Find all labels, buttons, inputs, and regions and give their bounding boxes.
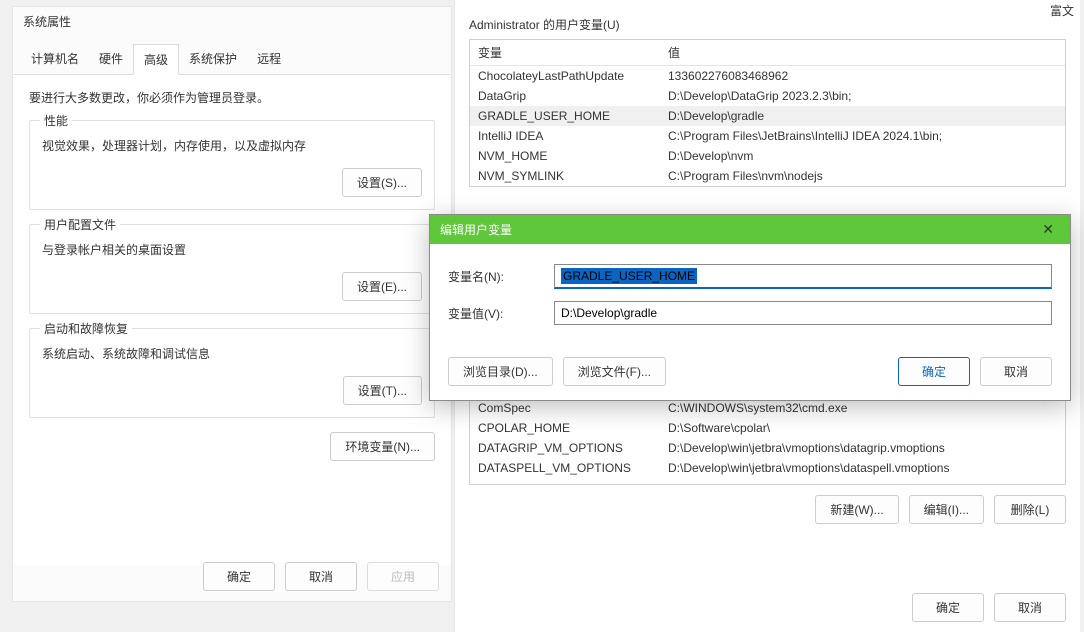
variable-name-label: 变量名(N):: [448, 268, 544, 285]
cell-value: D:\Software\cpolar\: [660, 418, 1065, 438]
dialog-buttons: 浏览目录(D)... 浏览文件(F)... 确定 取消: [430, 351, 1070, 400]
cell-value: 133602276083468962: [660, 66, 1065, 87]
cell-value: D:\Develop\win\jetbra\vmoptions\dataspel…: [660, 458, 1065, 478]
group-desc-performance: 视觉效果，处理器计划，内存使用，以及虚拟内存: [42, 137, 422, 154]
settings-button-user-profiles[interactable]: 设置(E)...: [342, 272, 422, 301]
column-header-variable[interactable]: 变量: [470, 40, 660, 66]
cell-variable: DATASPELL_VM_OPTIONS: [470, 458, 660, 478]
dialog-cancel-button[interactable]: 取消: [980, 357, 1052, 386]
edit-button[interactable]: 编辑(I)...: [909, 495, 984, 524]
cancel-button[interactable]: 取消: [285, 562, 357, 591]
cell-variable: ChocolateyLastPathUpdate: [470, 66, 660, 87]
table-row[interactable]: CPOLAR_HOMED:\Software\cpolar\: [470, 418, 1065, 438]
tabs-bar: 计算机名 硬件 高级 系统保护 远程: [13, 44, 451, 75]
system-variables-buttons: 新建(W)... 编辑(I)... 删除(L): [455, 485, 1080, 524]
group-user-profiles: 用户配置文件 与登录帐户相关的桌面设置 设置(E)...: [29, 224, 435, 314]
variable-value-field[interactable]: [554, 301, 1052, 325]
table-row[interactable]: DATASPELL_VM_OPTIONSD:\Develop\win\jetbr…: [470, 458, 1065, 478]
tab-advanced[interactable]: 高级: [133, 44, 179, 75]
tab-hardware[interactable]: 硬件: [89, 44, 133, 74]
tab-remote[interactable]: 远程: [247, 44, 291, 74]
table-row[interactable]: GRADLE_USER_HOMED:\Develop\gradle: [470, 106, 1065, 126]
cell-variable: DataGrip: [470, 86, 660, 106]
group-title-user-profiles: 用户配置文件: [40, 216, 120, 233]
user-variables-table: 变量 值 ChocolateyLastPathUpdate13360227608…: [470, 40, 1065, 186]
edit-user-variable-dialog: 编辑用户变量 ✕ 变量名(N): GRADLE_USER_HOME 变量值(V)…: [429, 214, 1071, 401]
environment-variables-button[interactable]: 环境变量(N)...: [330, 432, 435, 461]
group-desc-startup-recovery: 系统启动、系统故障和调试信息: [42, 345, 422, 362]
env-ok-button[interactable]: 确定: [912, 593, 984, 622]
settings-button-startup-recovery[interactable]: 设置(T)...: [343, 376, 422, 405]
settings-button-performance[interactable]: 设置(S)...: [342, 168, 422, 197]
group-desc-user-profiles: 与登录帐户相关的桌面设置: [42, 241, 422, 258]
user-variables-section: Administrator 的用户变量(U) 变量 值 ChocolateyLa…: [455, 0, 1080, 187]
browse-directory-button[interactable]: 浏览目录(D)...: [448, 357, 553, 386]
cell-variable: DATAGRIP_VM_OPTIONS: [470, 438, 660, 458]
tab-computer-name[interactable]: 计算机名: [21, 44, 89, 74]
cell-variable: IntelliJ IDEA: [470, 126, 660, 146]
dialog-title-text: 编辑用户变量: [440, 221, 512, 238]
cell-value: D:\Develop\gradle: [660, 106, 1065, 126]
system-properties-window: 系统属性 计算机名 硬件 高级 系统保护 远程 要进行大多数更改，你必须作为管理…: [12, 6, 452, 602]
table-row[interactable]: ChocolateyLastPathUpdate1336022760834689…: [470, 66, 1065, 87]
cell-variable: CPOLAR_HOME: [470, 418, 660, 438]
ok-button[interactable]: 确定: [203, 562, 275, 591]
env-cancel-button[interactable]: 取消: [994, 593, 1066, 622]
apply-button[interactable]: 应用: [367, 562, 439, 591]
table-row[interactable]: DATAGRIP_VM_OPTIONSD:\Develop\win\jetbra…: [470, 438, 1065, 458]
close-icon[interactable]: ✕: [1036, 221, 1060, 238]
table-row[interactable]: NVM_SYMLINKC:\Program Files\nvm\nodejs: [470, 166, 1065, 186]
cell-value: D:\Develop\win\jetbra\vmoptions\datagrip…: [660, 438, 1065, 458]
variable-value-label: 变量值(V):: [448, 305, 544, 322]
variable-name-field[interactable]: GRADLE_USER_HOME: [554, 264, 1052, 289]
cell-value: C:\Program Files\nvm\nodejs: [660, 166, 1065, 186]
table-row[interactable]: ComSpecC:\WINDOWS\system32\cmd.exe: [470, 398, 1065, 418]
tab-system-protection[interactable]: 系统保护: [179, 44, 247, 74]
sysprops-footer: 确定 取消 应用: [203, 562, 439, 591]
admin-notice: 要进行大多数更改，你必须作为管理员登录。: [29, 89, 435, 106]
table-row[interactable]: NVM_HOMED:\Develop\nvm: [470, 146, 1065, 166]
table-row[interactable]: DataGripD:\Develop\DataGrip 2023.2.3\bin…: [470, 86, 1065, 106]
cell-variable: NVM_HOME: [470, 146, 660, 166]
tab-body-advanced: 要进行大多数更改，你必须作为管理员登录。 性能 视觉效果，处理器计划，内存使用，…: [13, 75, 451, 565]
env-footer: 确定 取消: [912, 593, 1066, 622]
user-variables-title: Administrator 的用户变量(U): [469, 16, 1066, 33]
user-variables-table-wrap[interactable]: 变量 值 ChocolateyLastPathUpdate13360227608…: [469, 39, 1066, 187]
dialog-titlebar[interactable]: 编辑用户变量 ✕: [430, 215, 1070, 244]
new-button[interactable]: 新建(W)...: [815, 495, 898, 524]
window-title: 系统属性: [13, 7, 451, 36]
cell-value: D:\Develop\DataGrip 2023.2.3\bin;: [660, 86, 1065, 106]
cell-variable: GRADLE_USER_HOME: [470, 106, 660, 126]
cell-value: C:\Program Files\JetBrains\IntelliJ IDEA…: [660, 126, 1065, 146]
browse-file-button[interactable]: 浏览文件(F)...: [563, 357, 666, 386]
table-row[interactable]: IntelliJ IDEAC:\Program Files\JetBrains\…: [470, 126, 1065, 146]
delete-button[interactable]: 删除(L): [994, 495, 1066, 524]
cell-variable: ComSpec: [470, 398, 660, 418]
header-fragment: 富文: [1050, 2, 1074, 19]
dialog-ok-button[interactable]: 确定: [898, 357, 970, 386]
group-title-startup-recovery: 启动和故障恢复: [40, 320, 132, 337]
group-performance: 性能 视觉效果，处理器计划，内存使用，以及虚拟内存 设置(S)...: [29, 120, 435, 210]
group-title-performance: 性能: [40, 112, 72, 129]
group-startup-recovery: 启动和故障恢复 系统启动、系统故障和调试信息 设置(T)...: [29, 328, 435, 418]
cell-variable: NVM_SYMLINK: [470, 166, 660, 186]
cell-value: C:\WINDOWS\system32\cmd.exe: [660, 398, 1065, 418]
variable-name-value: GRADLE_USER_HOME: [561, 268, 697, 284]
cell-value: D:\Develop\nvm: [660, 146, 1065, 166]
column-header-value[interactable]: 值: [660, 40, 1065, 66]
dialog-body: 变量名(N): GRADLE_USER_HOME 变量值(V):: [430, 244, 1070, 351]
